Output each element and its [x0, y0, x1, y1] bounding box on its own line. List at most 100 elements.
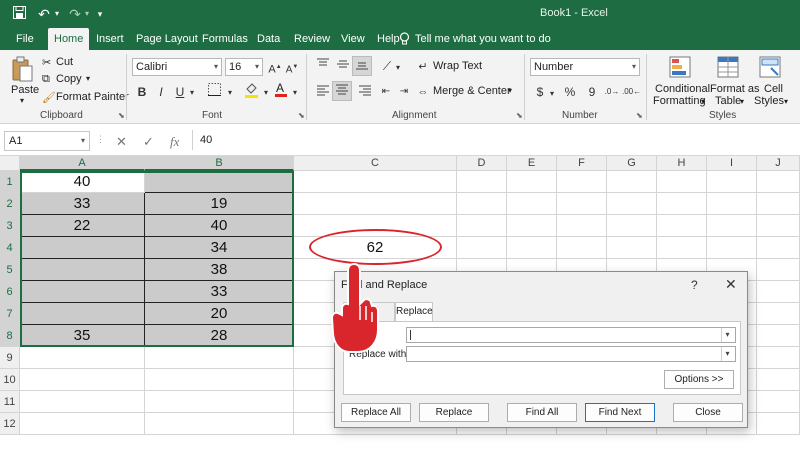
cell-h3[interactable]	[657, 215, 707, 237]
cell-a11[interactable]	[20, 391, 145, 413]
tab-insert[interactable]: Insert	[90, 28, 130, 50]
help-button[interactable]: ?	[691, 278, 698, 292]
cell-b9[interactable]	[145, 347, 294, 369]
cell-f4[interactable]	[557, 237, 607, 259]
increase-font-icon[interactable]: A▲	[268, 59, 282, 78]
column-header-c[interactable]: C	[294, 156, 457, 171]
cell-b11[interactable]	[145, 391, 294, 413]
undo-icon[interactable]: ↶	[35, 4, 53, 24]
italic-button[interactable]: I	[155, 84, 167, 100]
row-header-9[interactable]: 9	[0, 347, 20, 369]
format-painter-icon[interactable]: 🖌	[42, 91, 56, 104]
close-button[interactable]: Close	[673, 403, 743, 422]
row-header-4[interactable]: 4	[0, 237, 20, 259]
paste-icon[interactable]	[10, 56, 34, 84]
customize-icon[interactable]: ▾	[94, 4, 106, 24]
bold-button[interactable]: B	[136, 84, 148, 100]
find-all-button[interactable]: Find All	[507, 403, 577, 422]
column-header-a[interactable]: A	[20, 156, 145, 171]
cell-styles-icon[interactable]	[758, 56, 782, 80]
cell-j11[interactable]	[757, 391, 800, 413]
cell-b6[interactable]: 33	[145, 281, 294, 303]
cell-a6[interactable]	[20, 281, 145, 303]
underline-dropdown-icon[interactable]: ▾	[188, 85, 196, 101]
cell-g1[interactable]	[607, 171, 657, 193]
tab-file[interactable]: File	[10, 28, 40, 50]
cell-b4[interactable]: 34	[145, 237, 294, 259]
decrease-font-icon[interactable]: A▼	[285, 59, 299, 78]
cell-j5[interactable]	[757, 259, 800, 281]
cell-j4[interactable]	[757, 237, 800, 259]
number-format-select[interactable]: Number ▾	[530, 58, 640, 76]
enter-icon[interactable]: ✓	[143, 134, 154, 150]
cell-j10[interactable]	[757, 369, 800, 391]
cf-dropdown-icon[interactable]: ▾	[701, 97, 705, 106]
cell-a5[interactable]	[20, 259, 145, 281]
paste-dropdown-icon[interactable]: ▾	[20, 96, 24, 105]
cell-e4[interactable]	[507, 237, 557, 259]
cell-styles-button[interactable]: Cell	[764, 83, 783, 95]
align-right-icon[interactable]	[356, 84, 374, 100]
cell-a2[interactable]: 33	[20, 193, 145, 215]
undo-dropdown-icon[interactable]: ▾	[52, 4, 62, 24]
cell-b2[interactable]: 19	[145, 193, 294, 215]
chevron-down-icon[interactable]: ▾	[721, 328, 733, 342]
wrap-text-icon[interactable]: ↵	[416, 59, 430, 75]
tab-review[interactable]: Review	[288, 28, 336, 50]
borders-icon[interactable]	[205, 83, 223, 100]
tab-view[interactable]: View	[335, 28, 371, 50]
replace-with-input[interactable]: ▾	[406, 346, 736, 362]
column-header-d[interactable]: D	[457, 156, 507, 171]
cell-f3[interactable]	[557, 215, 607, 237]
row-header-6[interactable]: 6	[0, 281, 20, 303]
cell-d4[interactable]	[457, 237, 507, 259]
chevron-down-icon[interactable]: ▾	[721, 347, 733, 361]
merge-center-icon[interactable]: ⇔	[416, 84, 430, 100]
insert-function-icon[interactable]: fx	[170, 134, 179, 150]
align-center-icon[interactable]	[332, 81, 352, 101]
row-header-11[interactable]: 11	[0, 391, 20, 413]
cell-j12[interactable]	[757, 413, 800, 435]
close-icon[interactable]: ✕	[725, 276, 737, 293]
align-bottom-icon[interactable]	[352, 56, 372, 76]
scissors-icon[interactable]: ✂	[42, 56, 51, 69]
conditional-formatting-label[interactable]: Formatting	[653, 95, 706, 107]
row-header-8[interactable]: 8	[0, 325, 20, 347]
cell-h4[interactable]	[657, 237, 707, 259]
wrap-text-button[interactable]: Wrap Text	[433, 60, 482, 72]
cell-i4[interactable]	[707, 237, 757, 259]
cell-j8[interactable]	[757, 325, 800, 347]
increase-decimal-icon[interactable]: .0→	[604, 84, 620, 100]
cut-button[interactable]: Cut	[56, 56, 73, 68]
cell-j1[interactable]	[757, 171, 800, 193]
find-next-button[interactable]: Find Next	[585, 403, 655, 422]
cell-b8[interactable]: 28	[145, 325, 294, 347]
format-painter-button[interactable]: Format Painter	[56, 91, 129, 103]
merge-center-button[interactable]: Merge & Center	[433, 85, 511, 97]
cell-c2[interactable]	[294, 193, 457, 215]
replace-button[interactable]: Replace	[419, 403, 489, 422]
fill-dropdown-icon[interactable]: ▾	[262, 85, 270, 101]
cell-j2[interactable]	[757, 193, 800, 215]
font-color-dropdown-icon[interactable]: ▾	[291, 85, 299, 101]
column-header-i[interactable]: I	[707, 156, 757, 171]
name-box[interactable]: A1 ▾	[4, 131, 90, 151]
cell-g4[interactable]	[607, 237, 657, 259]
currency-dropdown-icon[interactable]: ▾	[548, 86, 556, 102]
clipboard-launcher-icon[interactable]: ⬊	[118, 111, 125, 120]
comma-style-button[interactable]: 9	[586, 84, 598, 100]
align-top-icon[interactable]	[314, 58, 332, 74]
currency-button[interactable]: $	[534, 84, 546, 100]
copy-icon[interactable]: ⧉	[42, 73, 50, 86]
conditional-formatting-icon[interactable]	[668, 56, 692, 80]
cell-d3[interactable]	[457, 215, 507, 237]
cell-j9[interactable]	[757, 347, 800, 369]
cell-j3[interactable]	[757, 215, 800, 237]
column-header-e[interactable]: E	[507, 156, 557, 171]
font-launcher-icon[interactable]: ⬊	[298, 111, 305, 120]
format-as-table-button[interactable]: Format as	[710, 83, 760, 95]
find-what-input[interactable]: ▾	[406, 327, 736, 343]
row-header-7[interactable]: 7	[0, 303, 20, 325]
tab-page-layout[interactable]: Page Layout	[130, 28, 204, 50]
column-header-j[interactable]: J	[757, 156, 800, 171]
